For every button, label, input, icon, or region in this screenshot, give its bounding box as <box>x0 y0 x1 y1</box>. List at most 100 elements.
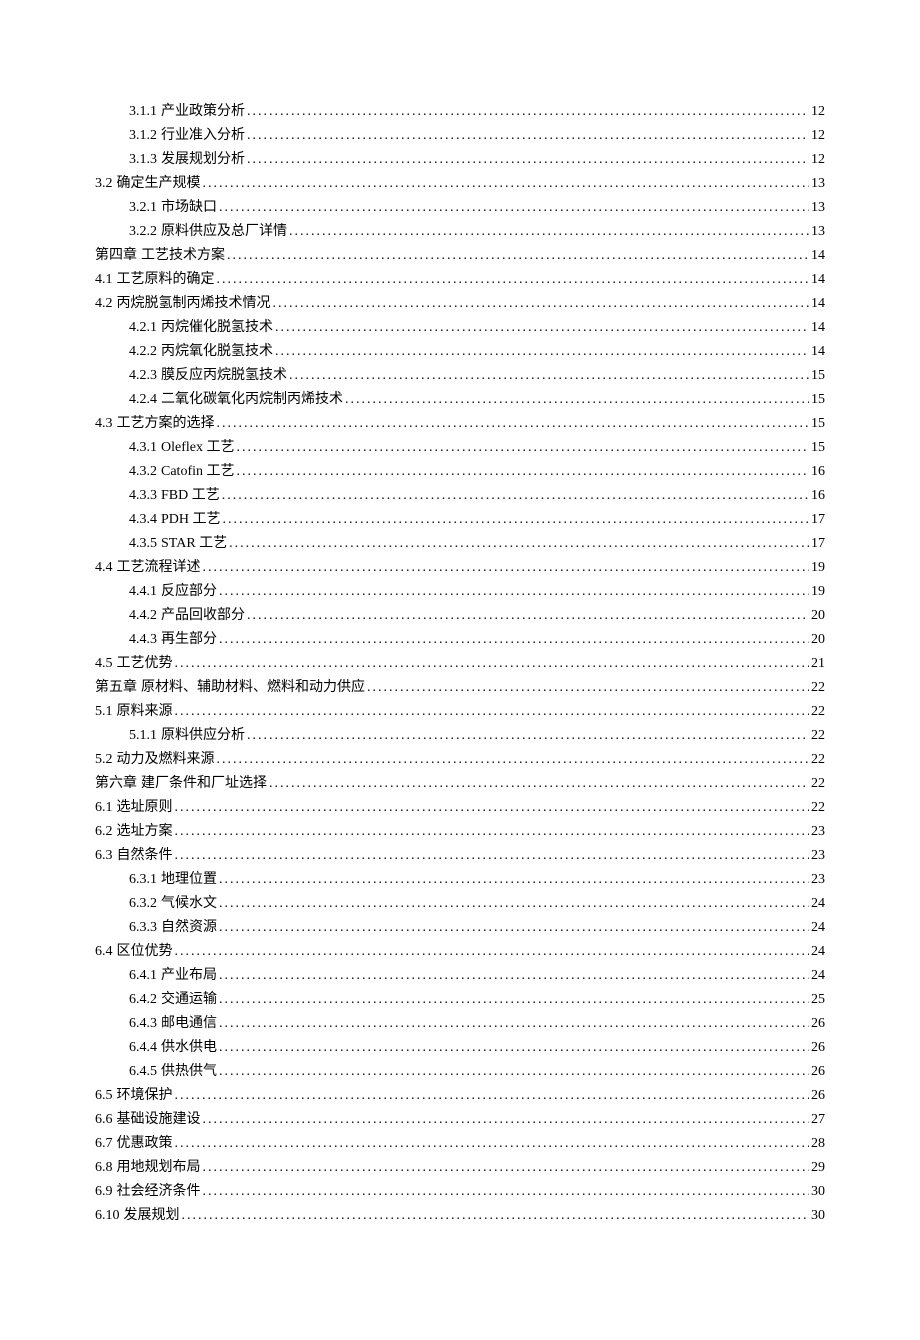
toc-title: 优惠政策 <box>117 1132 173 1156</box>
toc-number: 4.5 <box>95 652 113 676</box>
toc-entry[interactable]: 4.2丙烷脱氢制丙烯技术情况14 <box>95 292 825 316</box>
toc-number: 4.1 <box>95 268 113 292</box>
toc-page-number: 13 <box>809 220 825 244</box>
toc-title: FBD 工艺 <box>161 484 220 508</box>
toc-page-number: 23 <box>809 868 825 892</box>
toc-number: 3.1.3 <box>129 148 157 172</box>
toc-entry[interactable]: 4.3.5STAR 工艺17 <box>95 532 825 556</box>
toc-title: 邮电通信 <box>161 1012 217 1036</box>
toc-entry[interactable]: 4.3.2Catofin 工艺16 <box>95 460 825 484</box>
toc-leader-dots <box>203 172 810 196</box>
toc-entry[interactable]: 4.2.4二氧化碳氧化丙烷制丙烯技术15 <box>95 388 825 412</box>
toc-title: 工艺技术方案 <box>141 244 225 268</box>
toc-entry[interactable]: 4.4.3再生部分20 <box>95 628 825 652</box>
toc-number: 4.4.2 <box>129 604 157 628</box>
toc-entry[interactable]: 3.2.2原料供应及总厂详情13 <box>95 220 825 244</box>
toc-entry[interactable]: 3.1.3发展规划分析12 <box>95 148 825 172</box>
toc-title: 原料来源 <box>117 700 173 724</box>
toc-entry[interactable]: 6.9社会经济条件30 <box>95 1180 825 1204</box>
toc-number: 3.1.1 <box>129 100 157 124</box>
toc-entry[interactable]: 第五章原材料、辅助材料、燃料和动力供应22 <box>95 676 825 700</box>
toc-leader-dots <box>203 1108 810 1132</box>
toc-page-number: 22 <box>809 772 825 796</box>
toc-title: PDH 工艺 <box>161 508 221 532</box>
toc-entry[interactable]: 6.10发展规划30 <box>95 1204 825 1228</box>
toc-number: 6.4.1 <box>129 964 157 988</box>
toc-leader-dots <box>175 820 810 844</box>
toc-leader-dots <box>227 244 809 268</box>
toc-entry[interactable]: 6.5环境保护26 <box>95 1084 825 1108</box>
toc-leader-dots <box>275 340 809 364</box>
toc-leader-dots <box>229 532 809 556</box>
toc-entry[interactable]: 6.6基础设施建设27 <box>95 1108 825 1132</box>
toc-entry[interactable]: 4.5工艺优势21 <box>95 652 825 676</box>
toc-leader-dots <box>219 892 809 916</box>
toc-entry[interactable]: 6.4.1产业布局24 <box>95 964 825 988</box>
toc-leader-dots <box>247 100 809 124</box>
toc-entry[interactable]: 4.3.4PDH 工艺17 <box>95 508 825 532</box>
toc-entry[interactable]: 第六章建厂条件和厂址选择22 <box>95 772 825 796</box>
toc-number: 6.5 <box>95 1084 113 1108</box>
toc-entry[interactable]: 4.2.1丙烷催化脱氢技术14 <box>95 316 825 340</box>
toc-entry[interactable]: 4.3工艺方案的选择15 <box>95 412 825 436</box>
toc-title: 工艺原料的确定 <box>117 268 215 292</box>
toc-title: 工艺优势 <box>117 652 173 676</box>
toc-entry[interactable]: 3.2确定生产规模13 <box>95 172 825 196</box>
toc-entry[interactable]: 3.1.2行业准入分析12 <box>95 124 825 148</box>
toc-number: 4.2.3 <box>129 364 157 388</box>
toc-entry[interactable]: 6.2选址方案23 <box>95 820 825 844</box>
toc-entry[interactable]: 4.3.1Oleflex 工艺15 <box>95 436 825 460</box>
toc-title: 行业准入分析 <box>161 124 245 148</box>
toc-number: 第四章 <box>95 244 137 268</box>
toc-title: 选址方案 <box>117 820 173 844</box>
toc-entry[interactable]: 3.2.1市场缺口13 <box>95 196 825 220</box>
toc-entry[interactable]: 6.7优惠政策28 <box>95 1132 825 1156</box>
toc-entry[interactable]: 4.2.2丙烷氧化脱氢技术14 <box>95 340 825 364</box>
toc-title: 产品回收部分 <box>161 604 245 628</box>
toc-title: Oleflex 工艺 <box>161 436 234 460</box>
toc-page-number: 23 <box>809 844 825 868</box>
toc-entry[interactable]: 6.4.3邮电通信26 <box>95 1012 825 1036</box>
toc-title: 建厂条件和厂址选择 <box>141 772 267 796</box>
toc-title: 原料供应及总厂详情 <box>161 220 287 244</box>
toc-title: 动力及燃料来源 <box>117 748 215 772</box>
toc-title: 二氧化碳氧化丙烷制丙烯技术 <box>161 388 343 412</box>
toc-page-number: 25 <box>809 988 825 1012</box>
toc-entry[interactable]: 第四章工艺技术方案14 <box>95 244 825 268</box>
toc-page-number: 24 <box>809 892 825 916</box>
toc-title: 供热供气 <box>161 1060 217 1084</box>
toc-entry[interactable]: 5.1原料来源22 <box>95 700 825 724</box>
toc-entry[interactable]: 6.3.2气候水文24 <box>95 892 825 916</box>
toc-leader-dots <box>217 748 810 772</box>
toc-entry[interactable]: 5.2动力及燃料来源22 <box>95 748 825 772</box>
toc-entry[interactable]: 6.4区位优势24 <box>95 940 825 964</box>
toc-entry[interactable]: 6.4.4供水供电26 <box>95 1036 825 1060</box>
toc-leader-dots <box>247 148 809 172</box>
toc-leader-dots <box>289 220 809 244</box>
toc-entry[interactable]: 6.3.1地理位置23 <box>95 868 825 892</box>
toc-entry[interactable]: 4.3.3FBD 工艺16 <box>95 484 825 508</box>
toc-entry[interactable]: 4.1工艺原料的确定14 <box>95 268 825 292</box>
toc-entry[interactable]: 4.4工艺流程详述19 <box>95 556 825 580</box>
toc-title: 发展规划 <box>124 1204 180 1228</box>
toc-page-number: 15 <box>809 412 825 436</box>
toc-entry[interactable]: 4.4.2产品回收部分20 <box>95 604 825 628</box>
toc-entry[interactable]: 5.1.1原料供应分析22 <box>95 724 825 748</box>
toc-title: 地理位置 <box>161 868 217 892</box>
toc-entry[interactable]: 4.4.1反应部分19 <box>95 580 825 604</box>
toc-number: 6.7 <box>95 1132 113 1156</box>
toc-entry[interactable]: 4.2.3膜反应丙烷脱氢技术15 <box>95 364 825 388</box>
toc-title: 膜反应丙烷脱氢技术 <box>161 364 287 388</box>
toc-entry[interactable]: 6.4.2交通运输25 <box>95 988 825 1012</box>
toc-entry[interactable]: 6.8用地规划布局29 <box>95 1156 825 1180</box>
toc-number: 6.3 <box>95 844 113 868</box>
toc-entry[interactable]: 6.4.5供热供气26 <box>95 1060 825 1084</box>
toc-title: 丙烷脱氢制丙烯技术情况 <box>117 292 271 316</box>
toc-number: 6.4.2 <box>129 988 157 1012</box>
toc-page-number: 24 <box>809 940 825 964</box>
toc-entry[interactable]: 3.1.1产业政策分析12 <box>95 100 825 124</box>
toc-entry[interactable]: 6.1选址原则22 <box>95 796 825 820</box>
toc-entry[interactable]: 6.3.3自然资源24 <box>95 916 825 940</box>
toc-leader-dots <box>219 1036 809 1060</box>
toc-entry[interactable]: 6.3自然条件23 <box>95 844 825 868</box>
